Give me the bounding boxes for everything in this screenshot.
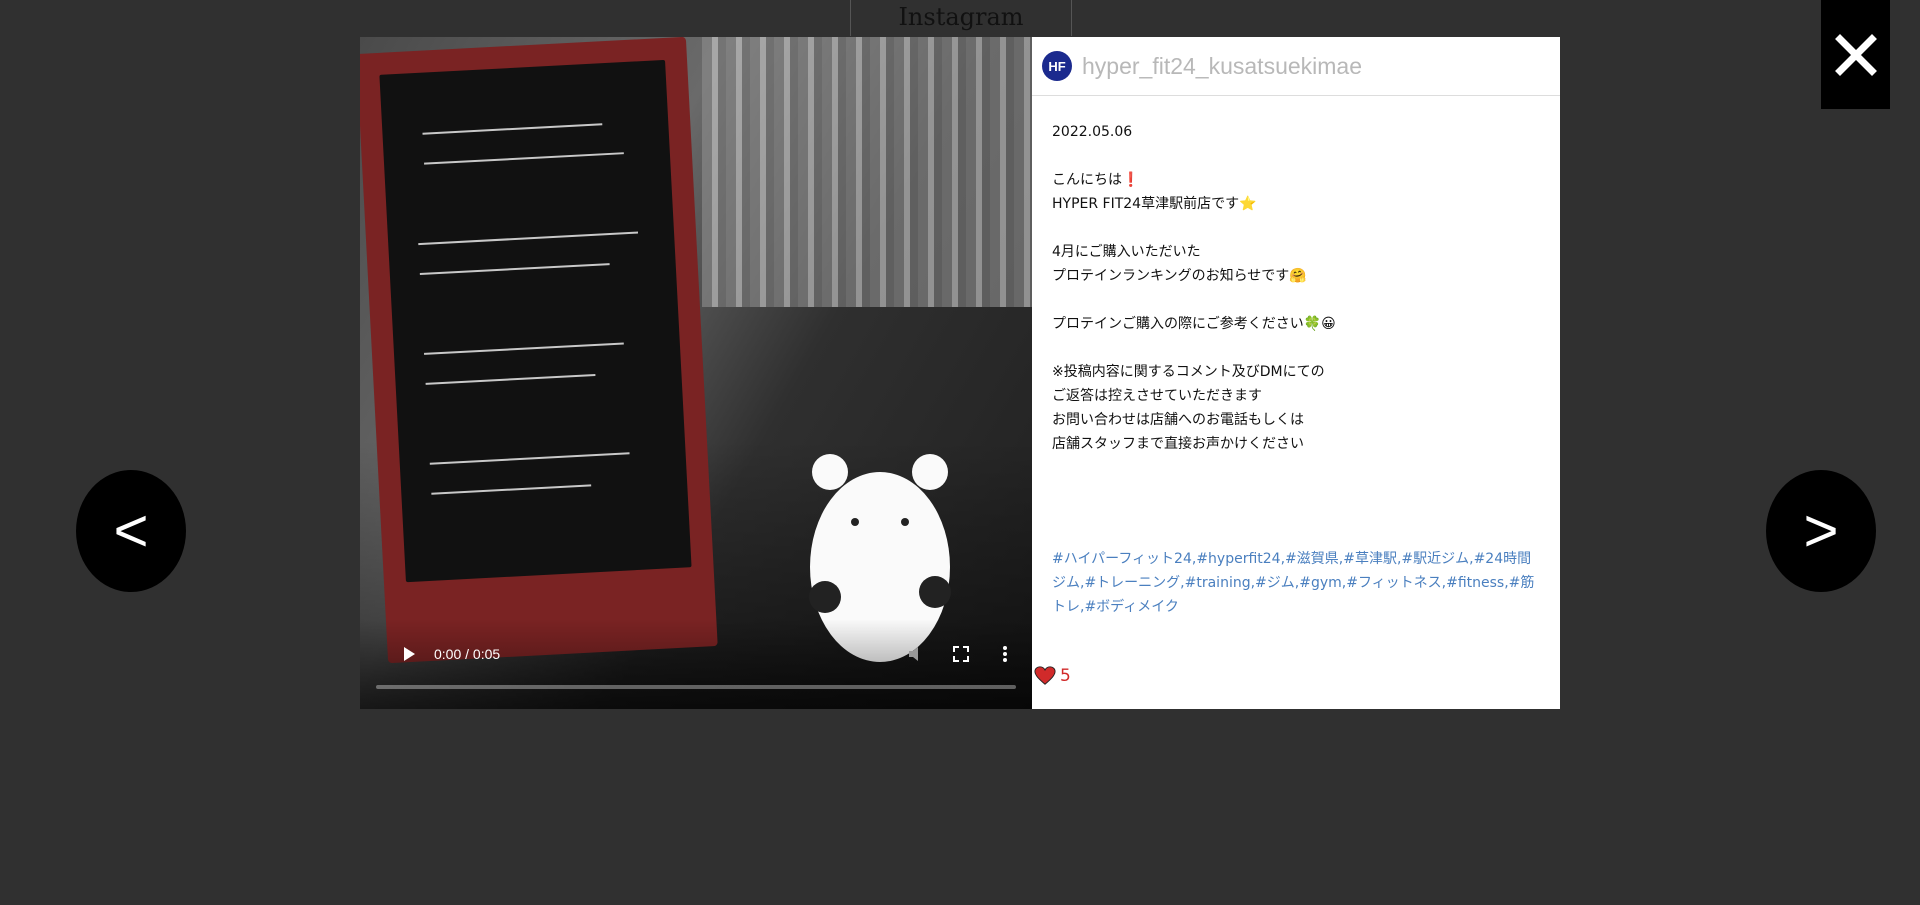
play-icon[interactable] — [398, 643, 420, 665]
caption-line: ご返答は控えさせていただきます — [1052, 388, 1262, 404]
fullscreen-icon[interactable] — [950, 643, 972, 665]
post-modal: 0:00 / 0:05 HF hyper_fit24_kusatsuekimae — [360, 37, 1560, 709]
caption-line: 4月にご購入いただいた — [1052, 244, 1201, 260]
instagram-title: Instagram — [850, 0, 1072, 36]
video-progress-bar[interactable] — [376, 685, 1016, 689]
heart-icon[interactable] — [1034, 665, 1056, 687]
video-time: 0:00 / 0:05 — [434, 646, 501, 662]
previous-post-button[interactable]: < — [76, 470, 186, 592]
caption-line — [1052, 336, 1538, 360]
like-count: 5 — [1060, 666, 1071, 686]
video-controls: 0:00 / 0:05 — [360, 619, 1032, 709]
hashtags[interactable]: #ハイパーフィット24,#hyperfit24,#滋賀県,#草津駅,#駅近ジム,… — [1052, 547, 1538, 619]
video-player[interactable]: 0:00 / 0:05 — [360, 37, 1032, 709]
post-header: HF hyper_fit24_kusatsuekimae — [1032, 37, 1560, 96]
caption-line: 店舗スタッフまで直接お声かけください — [1052, 436, 1304, 452]
caption-line: お問い合わせは店舗へのお電話もしくは — [1052, 412, 1304, 428]
caption-line — [1052, 288, 1538, 312]
caption-line: プロテインランキングのお知らせです🤗 — [1052, 268, 1307, 284]
more-icon[interactable] — [994, 643, 1016, 665]
post-caption: 2022.05.06 こんにちは❗ HYPER FIT24草津駅前店です⭐ 4月にご… — [1032, 96, 1560, 456]
avatar[interactable]: HF — [1042, 51, 1072, 81]
close-icon — [1834, 33, 1877, 76]
chalkboard-sign-image — [360, 37, 718, 664]
likes: 5 — [1034, 665, 1071, 687]
next-post-button[interactable]: > — [1766, 470, 1876, 592]
caption-line: HYPER FIT24草津駅前店です⭐ — [1052, 196, 1257, 212]
caption-line — [1052, 216, 1538, 240]
post-details-panel: HF hyper_fit24_kusatsuekimae 2022.05.06 … — [1032, 37, 1560, 709]
caption-line: こんにちは❗ — [1052, 172, 1140, 188]
post-date: 2022.05.06 — [1052, 124, 1133, 140]
caption-line — [1052, 144, 1538, 168]
username[interactable]: hyper_fit24_kusatsuekimae — [1082, 53, 1362, 80]
caption-line: プロテインご購入の際にご参考ください🍀😀 — [1052, 316, 1336, 332]
dumbbell-rack-image — [702, 37, 1032, 307]
close-button[interactable] — [1821, 0, 1890, 109]
caption-line: ※投稿内容に関するコメント及びDMにての — [1052, 364, 1325, 380]
volume-icon[interactable] — [906, 643, 928, 665]
